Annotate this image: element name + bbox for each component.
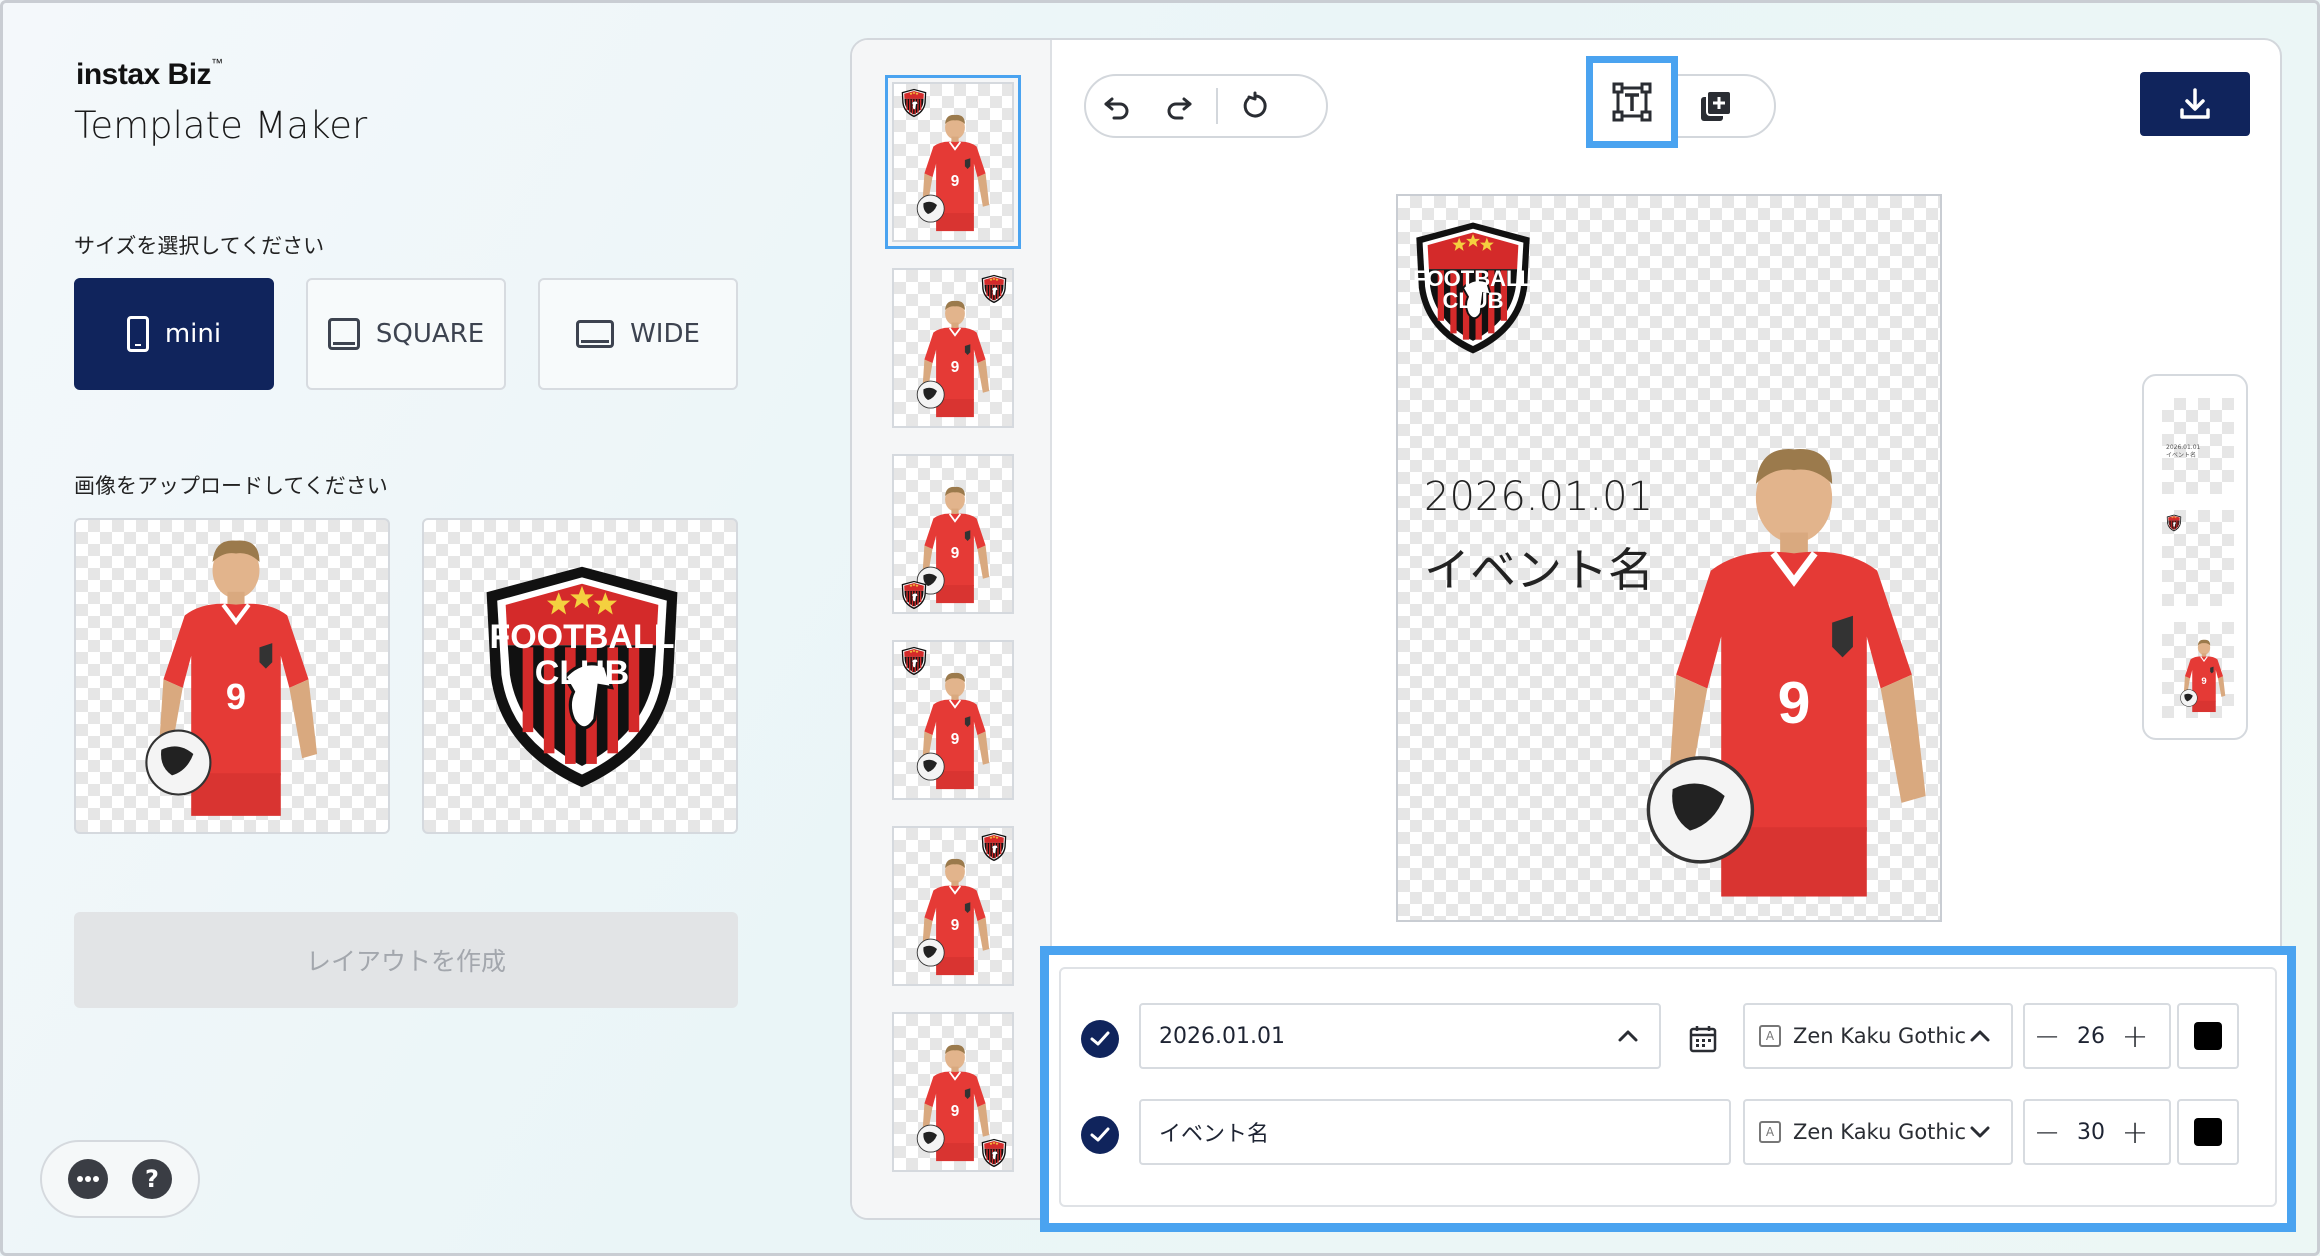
chevron-up-icon[interactable]: [1615, 1023, 1641, 1049]
redo-icon[interactable]: [1148, 75, 1210, 137]
color-swatch[interactable]: [2177, 1099, 2239, 1165]
text-value-field[interactable]: 2026.01.01: [1139, 1003, 1661, 1069]
uploaded-image-logo[interactable]: FOOTBALL CLUB: [422, 518, 738, 834]
text-value: 2026.01.01: [1159, 1023, 1285, 1049]
brand-name: instax Biz: [76, 58, 212, 91]
chevron-down-icon[interactable]: [1967, 1119, 1993, 1145]
size-option-label: SQUARE: [375, 319, 485, 349]
layout-thumbnail-list: [852, 40, 1052, 1218]
plus-icon[interactable]: +: [2113, 1101, 2157, 1163]
font-size-stepper: − 26 +: [2023, 1003, 2171, 1069]
color-swatch[interactable]: [2177, 1003, 2239, 1069]
text-value: イベント名: [1159, 1122, 1270, 1147]
font-select[interactable]: A Zen Kaku Gothic: [1743, 1099, 2013, 1165]
text-properties-panel: 2026.01.01 A Zen Kaku Gothic − 26 + イベント…: [1059, 967, 2277, 1207]
font-size-value[interactable]: 26: [2069, 1024, 2113, 1049]
wide-format-icon: [576, 320, 615, 348]
layer-thumbnail-text[interactable]: 2026.01.01 イベント名: [2162, 398, 2234, 494]
layer-preview-panel: 2026.01.01 イベント名: [2142, 374, 2248, 740]
layer-tiny-event: イベント名: [2166, 452, 2197, 459]
minus-icon[interactable]: −: [2025, 1101, 2069, 1163]
font-name: Zen Kaku Gothic: [1793, 1120, 1967, 1144]
size-section-label: サイズを選択してください: [74, 234, 325, 258]
font-size-value[interactable]: 30: [2069, 1120, 2113, 1145]
app-title: Template Maker: [74, 104, 368, 147]
square-format-icon: [327, 318, 360, 350]
text-properties-highlight: 2026.01.01 A Zen Kaku Gothic − 26 + イベント…: [1040, 946, 2296, 1232]
add-text-icon: [1612, 82, 1652, 122]
toolbar-divider: [1216, 88, 1218, 124]
more-icon[interactable]: [68, 1159, 108, 1199]
size-option-square[interactable]: SQUARE: [306, 278, 506, 390]
layout-thumbnail[interactable]: [892, 1012, 1014, 1172]
download-button[interactable]: [2140, 72, 2250, 136]
text-property-row: イベント名 A Zen Kaku Gothic − 30 +: [1061, 1099, 2275, 1169]
upload-section-label: 画像をアップロードしてください: [74, 474, 388, 498]
create-layout-button[interactable]: レイアウトを作成: [74, 912, 738, 1008]
color-fill: [2194, 1022, 2222, 1050]
help-icon[interactable]: ?: [132, 1159, 172, 1199]
plus-icon[interactable]: +: [2113, 1005, 2157, 1067]
layout-thumbnail[interactable]: [892, 268, 1014, 428]
help-pill: ?: [40, 1140, 200, 1218]
layout-thumbnail[interactable]: [892, 454, 1014, 614]
undo-icon[interactable]: [1086, 75, 1148, 137]
text-value-field[interactable]: イベント名: [1139, 1099, 1731, 1165]
brand-tm: ™: [211, 56, 223, 70]
history-toolbar: [1084, 74, 1328, 138]
size-option-mini[interactable]: mini: [74, 278, 274, 390]
font-name: Zen Kaku Gothic: [1793, 1024, 1967, 1048]
layer-thumbnail-player[interactable]: [2162, 622, 2234, 718]
player-image: [76, 520, 390, 834]
canvas-logo-text-line2: CLUB: [1442, 288, 1503, 313]
reset-icon[interactable]: [1224, 75, 1286, 137]
font-icon: A: [1759, 1121, 1781, 1143]
template-canvas[interactable]: FOOTBALL CLUB 2026.01.01 イベント名: [1396, 194, 1942, 922]
font-size-stepper: − 30 +: [2023, 1099, 2171, 1165]
uploaded-image-player[interactable]: [74, 518, 390, 834]
checkmark-icon[interactable]: [1081, 1116, 1119, 1154]
layout-thumbnail[interactable]: [892, 826, 1014, 986]
size-option-wide[interactable]: WIDE: [538, 278, 738, 390]
layout-thumbnail[interactable]: [892, 640, 1014, 800]
canvas-date-text[interactable]: 2026.01.01: [1424, 474, 1653, 520]
layout-thumbnail[interactable]: [885, 75, 1021, 249]
size-option-label: mini: [164, 319, 222, 349]
calendar-icon[interactable]: [1675, 1017, 1731, 1061]
font-select[interactable]: A Zen Kaku Gothic: [1743, 1003, 2013, 1069]
brand-logo: instax Biz™: [76, 56, 223, 92]
chevron-up-icon[interactable]: [1967, 1023, 1993, 1049]
text-property-row: 2026.01.01 A Zen Kaku Gothic − 26 +: [1061, 1003, 2275, 1073]
minus-icon[interactable]: −: [2025, 1005, 2069, 1067]
color-fill: [2194, 1118, 2222, 1146]
club-logo-image: FOOTBALL CLUB: [485, 565, 679, 789]
logo-text-line1: FOOTBALL: [489, 618, 674, 656]
phone-portrait-icon: [126, 316, 149, 352]
add-image-icon[interactable]: [1684, 76, 1746, 138]
download-icon: [2180, 88, 2210, 119]
logo-text-line2: CLUB: [535, 654, 629, 692]
layer-tiny-date: 2026.01.01: [2166, 444, 2201, 451]
add-text-button[interactable]: [1586, 56, 1678, 148]
font-icon: A: [1759, 1025, 1781, 1047]
layer-thumbnail-logo[interactable]: [2162, 510, 2234, 606]
size-option-label: WIDE: [630, 319, 700, 349]
canvas-event-text[interactable]: イベント名: [1424, 534, 1654, 600]
checkmark-icon[interactable]: [1081, 1020, 1119, 1058]
